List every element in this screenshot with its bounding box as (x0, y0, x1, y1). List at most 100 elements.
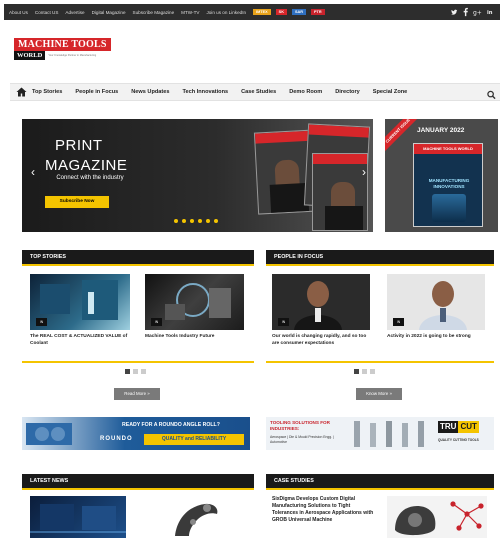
svg-text:g+: g+ (473, 9, 482, 16)
roundo-ad-tagline: READY FOR A ROUNDO ANGLE ROLL? (122, 422, 220, 428)
nav-case-studies[interactable]: Case Studies (241, 89, 276, 95)
search-icon[interactable] (487, 87, 496, 105)
magazine-cover-image (312, 153, 368, 231)
slider-prev-icon[interactable]: ‹ (31, 165, 35, 179)
issue-cover-title: MANUFACTURING INNOVATIONS (428, 178, 470, 189)
case-study-title[interactable]: SixDigma Develops Custom Digital Manufac… (272, 496, 376, 524)
nav-tech-innovations[interactable]: Tech Innovations (183, 89, 229, 95)
roundo-ad-brand: ROUNDO (100, 436, 133, 442)
case-studies-underline (266, 488, 494, 490)
logo-tagline: Your Knowledge Partner in Manufacturing (48, 54, 97, 57)
nav-directory[interactable]: Directory (335, 89, 360, 95)
toplink-mtw-tv[interactable]: MTW-TV (181, 10, 199, 15)
google-plus-icon[interactable]: g+ (473, 7, 482, 21)
top-stories-footer-line (22, 361, 254, 363)
slider-dots (174, 219, 218, 223)
sar-badge[interactable]: SAR (291, 9, 306, 15)
toplink-contact[interactable]: Contact US (35, 10, 59, 15)
story-badge: IN (36, 318, 47, 326)
people-in-focus-underline (266, 264, 494, 266)
know-more-button[interactable]: Know More » (356, 388, 402, 400)
banner-subtitle: Connect with the industry (56, 175, 124, 181)
person-image[interactable]: IN (272, 274, 370, 330)
pager-dot[interactable] (362, 369, 367, 374)
story-image[interactable]: IN (30, 274, 130, 330)
person-story-title[interactable]: Activity in 2022 is going to be strong (387, 334, 487, 341)
slider-next-icon[interactable]: › (362, 165, 366, 179)
roundo-ad-banner[interactable]: READY FOR A ROUNDO ANGLE ROLL? ROUNDO QU… (22, 417, 250, 450)
pager-dot[interactable] (354, 369, 359, 374)
print-magazine-banner[interactable]: ‹ PRINT MAGAZINE Connect with the indust… (22, 119, 373, 232)
people-in-focus-heading: PEOPLE IN FOCUS (266, 250, 494, 264)
toplink-subscribe[interactable]: Subscribe Magazine (133, 10, 175, 15)
banner-line1: PRINT (55, 137, 103, 154)
home-icon[interactable] (10, 83, 32, 101)
nav-top-stories[interactable]: Top Stories (32, 89, 62, 95)
issue-cover-brand: MACHINE TOOLS WORLD (414, 144, 482, 154)
issue-date: JANUARY 2022 (417, 127, 465, 134)
slider-dot[interactable] (214, 219, 218, 223)
top-stories-heading: TOP STORIES (22, 250, 254, 264)
top-bar: About Us Contact US Advertise Digital Ma… (4, 4, 500, 20)
latest-news-heading: LATEST NEWS (22, 474, 254, 488)
subscribe-now-button[interactable]: Subscribe Now (45, 196, 109, 208)
toplink-about[interactable]: About Us (9, 10, 28, 15)
pager-dot[interactable] (125, 369, 130, 374)
nav-special-zone[interactable]: Special Zone (373, 89, 408, 95)
twitter-icon[interactable] (451, 7, 458, 21)
news-image[interactable] (145, 496, 244, 538)
issue-cover-image[interactable]: MACHINE TOOLS WORLD MANUFACTURING INNOVA… (413, 143, 483, 227)
trucut-slogan: QUALITY CUTTING TOOLS (438, 438, 479, 442)
nav-demo-room[interactable]: Demo Room (289, 89, 322, 95)
pager-dot[interactable] (370, 369, 375, 374)
slider-dot[interactable] (206, 219, 210, 223)
trucut-brand-b: CUT (458, 421, 479, 433)
current-issue-panel[interactable]: CURRENT ISSUE JANUARY 2022 MACHINE TOOLS… (385, 119, 498, 232)
sk-badge[interactable]: SK (275, 9, 287, 15)
people-pager (354, 369, 375, 374)
toplink-digital-magazine[interactable]: Digital Magazine (92, 10, 126, 15)
svg-text:in: in (487, 10, 493, 16)
pager-dot[interactable] (141, 369, 146, 374)
top-stories-pager (125, 369, 146, 374)
main-nav: Top Stories People in Focus News Updates… (10, 83, 500, 101)
ptr-badge[interactable]: PTR (310, 9, 325, 15)
case-study-image[interactable] (387, 496, 487, 538)
banner-line2: MAGAZINE (45, 157, 128, 174)
nav-people-in-focus[interactable]: People in Focus (75, 89, 118, 95)
roundo-ad-slogan: QUALITY and RELIABILITY (144, 434, 244, 445)
people-in-focus-footer-line (266, 361, 494, 363)
logo-text-bottom: WORLD (14, 51, 46, 60)
slider-dot[interactable] (198, 219, 202, 223)
slider-dot[interactable] (190, 219, 194, 223)
slider-dot[interactable] (174, 219, 178, 223)
case-studies-heading: CASE STUDIES (266, 474, 494, 488)
story-title[interactable]: Machine Tools Industry Future (145, 334, 245, 341)
story-badge: IN (151, 318, 162, 326)
person-badge: IN (393, 318, 404, 326)
linkedin-icon[interactable]: in (487, 7, 494, 21)
story-title[interactable]: The REAL COST & ACTUALIZED VALUE of Cool… (30, 334, 132, 347)
pager-dot[interactable] (133, 369, 138, 374)
nav-news-updates[interactable]: News Updates (131, 89, 169, 95)
latest-news-underline (22, 488, 254, 490)
toplink-linkedin[interactable]: Join us on LinkedIn (206, 10, 246, 15)
site-logo[interactable]: MACHINE TOOLS WORLD Your Knowledge Partn… (14, 38, 111, 60)
trucut-ad-banner[interactable]: TOOLING SOLUTIONS FOR INDUSTRIES: Aerosp… (266, 417, 494, 450)
story-image[interactable]: IN (145, 274, 244, 330)
read-more-button[interactable]: Read More » (114, 388, 160, 400)
imtex-badge[interactable]: IMTEX (253, 9, 271, 15)
top-stories-underline (22, 264, 254, 266)
toplink-advertise[interactable]: Advertise (65, 10, 84, 15)
social-links: g+ in (451, 7, 494, 21)
news-image[interactable] (30, 496, 126, 538)
page: About Us Contact US Advertise Digital Ma… (4, 4, 500, 538)
logo-text-top: MACHINE TOOLS (14, 38, 111, 51)
slider-dot[interactable] (182, 219, 186, 223)
person-badge: IN (278, 318, 289, 326)
person-story-title[interactable]: Our world is changing rapidly, and so to… (272, 334, 372, 347)
trucut-ad-title: TOOLING SOLUTIONS FOR INDUSTRIES: (270, 420, 330, 431)
trucut-brand-a: TRU (438, 421, 459, 433)
facebook-icon[interactable] (463, 7, 468, 21)
person-image[interactable]: IN (387, 274, 485, 330)
